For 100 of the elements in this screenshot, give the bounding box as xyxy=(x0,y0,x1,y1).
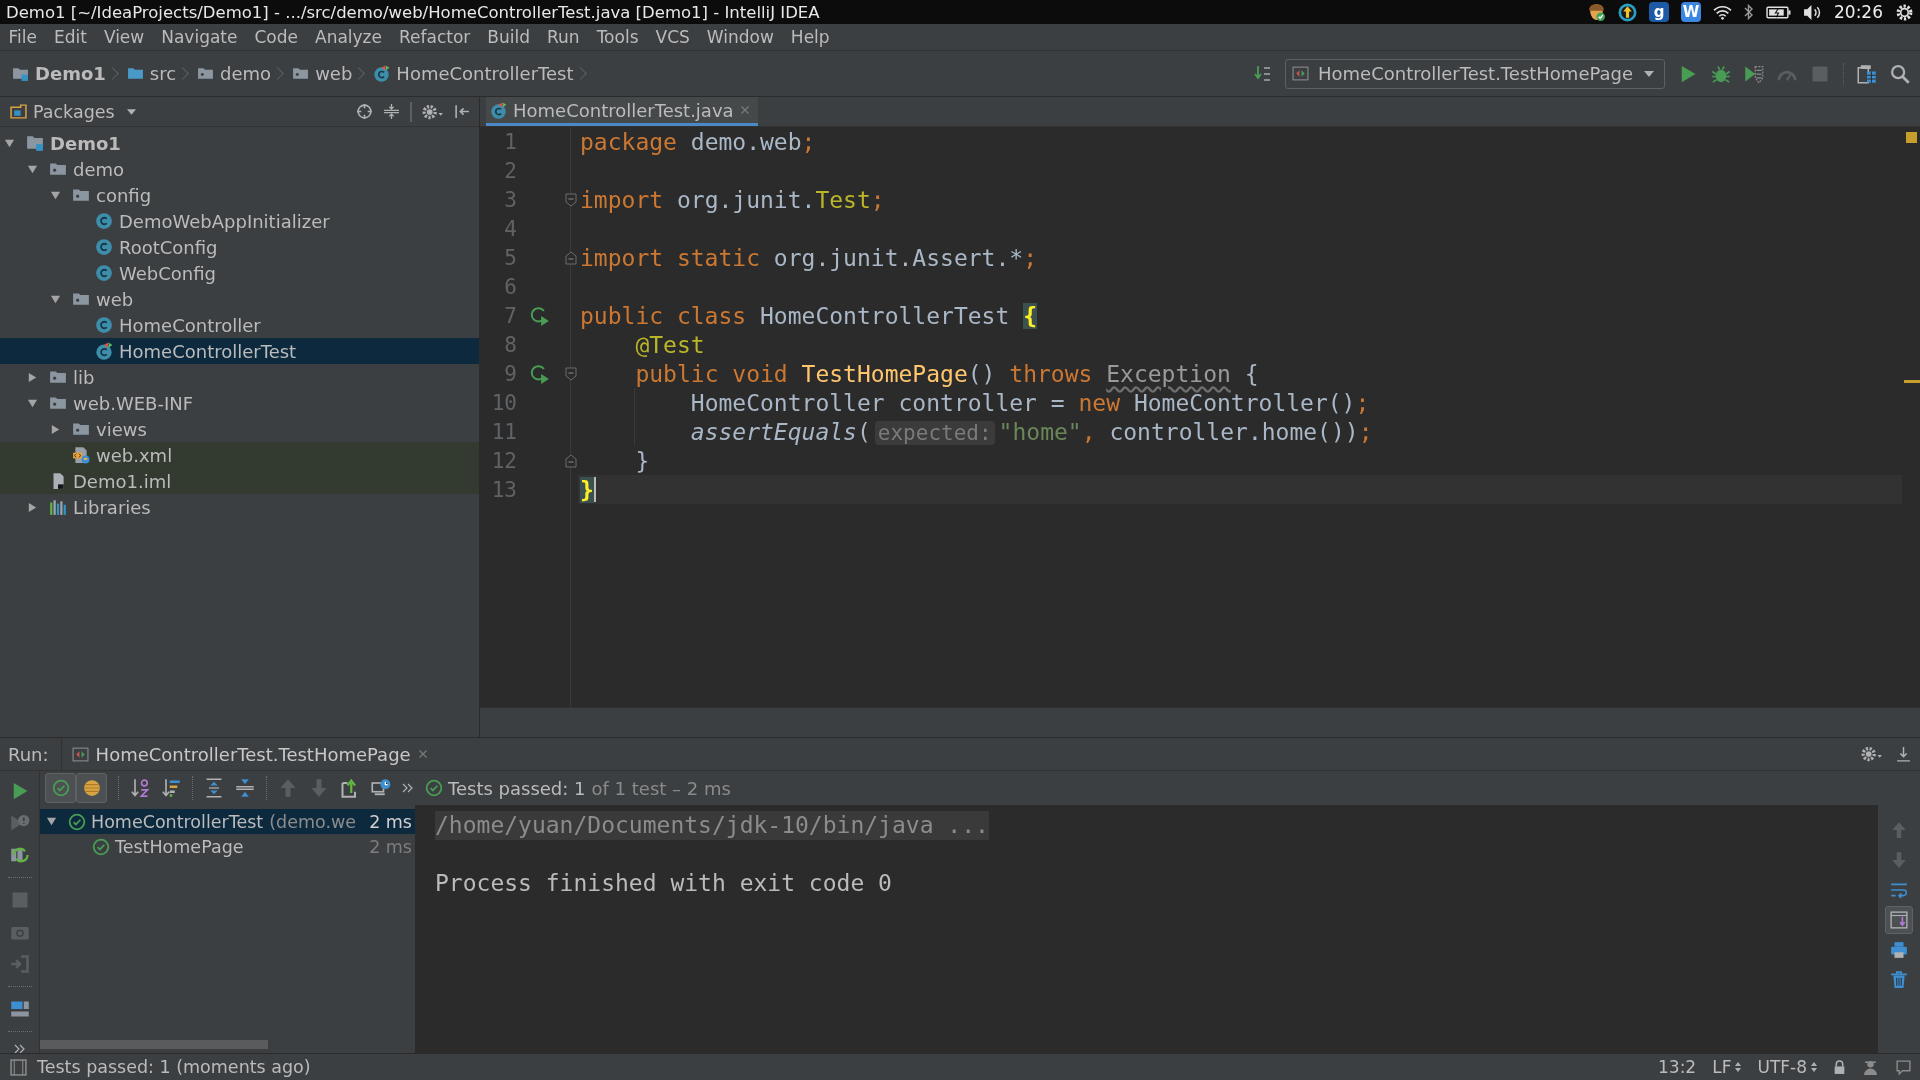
trash-icon[interactable] xyxy=(1890,971,1908,989)
bug-icon[interactable] xyxy=(1711,63,1731,84)
indicator-tile[interactable]: g xyxy=(1649,2,1669,22)
double-chevron-icon[interactable] xyxy=(402,783,414,793)
tree-item[interactable]: web xyxy=(0,286,479,312)
layout-grid-icon[interactable] xyxy=(1857,63,1877,84)
indicator-tile[interactable]: W xyxy=(1681,2,1701,22)
breadcrumb[interactable]: web xyxy=(292,63,353,84)
class-icon xyxy=(95,212,113,230)
expanded-arrow-icon[interactable] xyxy=(50,189,61,201)
printer-icon[interactable] xyxy=(1890,941,1908,959)
circular-play-icon[interactable] xyxy=(530,305,550,326)
line-separator-selector[interactable]: LF xyxy=(1712,1057,1742,1077)
tree-item[interactable]: web.xml xyxy=(0,442,479,468)
expanded-arrow-icon[interactable] xyxy=(27,397,38,409)
arrow-to-line-icon[interactable] xyxy=(1895,745,1912,763)
person-icon[interactable] xyxy=(1862,1058,1879,1076)
arrow-to-bar-icon[interactable] xyxy=(454,103,471,120)
double-chevron-icon[interactable] xyxy=(13,1044,26,1054)
arrows-inward-icon[interactable] xyxy=(383,103,400,120)
cycle-arrows-icon[interactable] xyxy=(9,845,30,865)
scroll-to-end-toggle[interactable] xyxy=(1885,906,1913,934)
tree-item[interactable]: web.WEB-INF xyxy=(0,390,479,416)
collapsed-arrow-icon[interactable] xyxy=(27,501,38,513)
test-tree-item[interactable]: TestHomePage 2 ms xyxy=(40,834,415,859)
encoding-selector[interactable]: UTF-8 xyxy=(1757,1057,1817,1077)
show-ignored-toggle[interactable] xyxy=(76,773,107,803)
menu-item[interactable]: Tools xyxy=(588,25,647,49)
crosshair-icon[interactable] xyxy=(356,103,373,120)
status-message: Tests passed: 1 (moments ago) xyxy=(37,1057,311,1077)
menu-item[interactable]: Navigate xyxy=(152,25,246,49)
clock[interactable]: 20:26 xyxy=(1834,2,1883,22)
tree-item[interactable]: demo xyxy=(0,156,479,182)
breadcrumb[interactable]: Demo1 xyxy=(12,63,106,84)
fold-icon[interactable] xyxy=(564,192,577,207)
sort-bars-icon[interactable] xyxy=(161,778,181,798)
menu-item[interactable]: Code xyxy=(246,25,307,49)
menu-item[interactable]: VCS xyxy=(647,25,699,49)
tree-item[interactable]: lib xyxy=(0,364,479,390)
breadcrumb[interactable]: demo xyxy=(197,63,272,84)
expanded-arrow-icon[interactable] xyxy=(4,137,15,149)
expanded-arrow-icon[interactable] xyxy=(46,816,57,827)
menu-item[interactable]: Window xyxy=(698,25,783,49)
down-arrow-lines-icon[interactable] xyxy=(1254,64,1272,83)
menu-item[interactable]: Refactor xyxy=(390,25,479,49)
acorn-icon[interactable] xyxy=(1587,2,1606,22)
arrows-inward-icon[interactable] xyxy=(235,778,255,798)
tree-item[interactable]: views xyxy=(0,416,479,442)
menu-item[interactable]: Run xyxy=(538,25,589,49)
layout-icon[interactable] xyxy=(9,999,30,1019)
close-icon[interactable] xyxy=(417,749,428,759)
monitor-clock-icon[interactable] xyxy=(371,778,391,798)
shield-play-icon[interactable] xyxy=(1744,63,1764,84)
sort-alpha-icon[interactable] xyxy=(130,778,150,798)
speech-bubble-icon[interactable] xyxy=(1895,1058,1912,1076)
collapsed-arrow-icon[interactable] xyxy=(27,371,38,383)
view-selector[interactable]: Packages xyxy=(10,101,136,122)
show-passed-toggle[interactable] xyxy=(45,773,76,803)
tree-item[interactable]: HomeController xyxy=(0,312,479,338)
gear-icon[interactable] xyxy=(1895,2,1914,22)
circular-play-icon[interactable] xyxy=(530,363,550,384)
expanded-arrow-icon[interactable] xyxy=(50,293,61,305)
menu-item[interactable]: View xyxy=(95,25,153,49)
menu-item[interactable]: Help xyxy=(782,25,839,49)
class-icon xyxy=(95,316,113,334)
test-summary: Tests passed: 1 xyxy=(448,777,586,799)
tree-item[interactable]: WebConfig xyxy=(0,260,479,286)
breadcrumb[interactable]: HomeControllerTest xyxy=(373,63,574,84)
tree-item[interactable]: DemoWebAppInitializer xyxy=(0,208,479,234)
up-down-caret-icon xyxy=(1735,1062,1742,1072)
line-number: 1 xyxy=(503,129,517,154)
menu-item[interactable]: Build xyxy=(478,25,539,49)
panel-icon[interactable] xyxy=(10,1058,27,1076)
menu-item[interactable]: Analyze xyxy=(306,25,391,49)
code-line: import org.junit.Test; xyxy=(580,186,885,213)
search-icon[interactable] xyxy=(1890,63,1910,84)
test-tree-item[interactable]: HomeControllerTest (demo.we 2 ms xyxy=(40,809,415,834)
collapsed-arrow-icon[interactable] xyxy=(50,423,61,435)
horizontal-scrollbar[interactable] xyxy=(40,1040,268,1049)
tree-item[interactable]: HomeControllerTest xyxy=(0,338,479,364)
tree-item[interactable]: Demo1 xyxy=(0,130,479,156)
editor-tab[interactable]: HomeControllerTest.java xyxy=(486,97,758,126)
lock-icon[interactable] xyxy=(1833,1059,1846,1075)
bluetooth-icon[interactable] xyxy=(1744,4,1754,20)
run-config-dropdown[interactable]: HomeControllerTest.TestHomePage xyxy=(1285,58,1665,89)
tree-item[interactable]: Demo1.iml xyxy=(0,468,479,494)
expanded-arrow-icon[interactable] xyxy=(27,163,38,175)
up-arrow-circle-icon[interactable] xyxy=(1618,2,1637,22)
tree-item[interactable]: config xyxy=(0,182,479,208)
menu-item[interactable]: File xyxy=(0,25,46,49)
fold-icon[interactable] xyxy=(564,453,577,468)
battery-icon[interactable] xyxy=(1766,5,1791,19)
tree-item[interactable]: RootConfig xyxy=(0,234,479,260)
menu-item[interactable]: Edit xyxy=(45,25,96,49)
fold-icon[interactable] xyxy=(564,250,577,265)
caret-position[interactable]: 13:2 xyxy=(1658,1057,1697,1077)
fold-icon[interactable] xyxy=(564,366,577,381)
tree-item[interactable]: Libraries xyxy=(0,494,479,520)
arrows-outward-icon[interactable] xyxy=(204,778,224,798)
breadcrumb[interactable]: src xyxy=(126,63,177,84)
